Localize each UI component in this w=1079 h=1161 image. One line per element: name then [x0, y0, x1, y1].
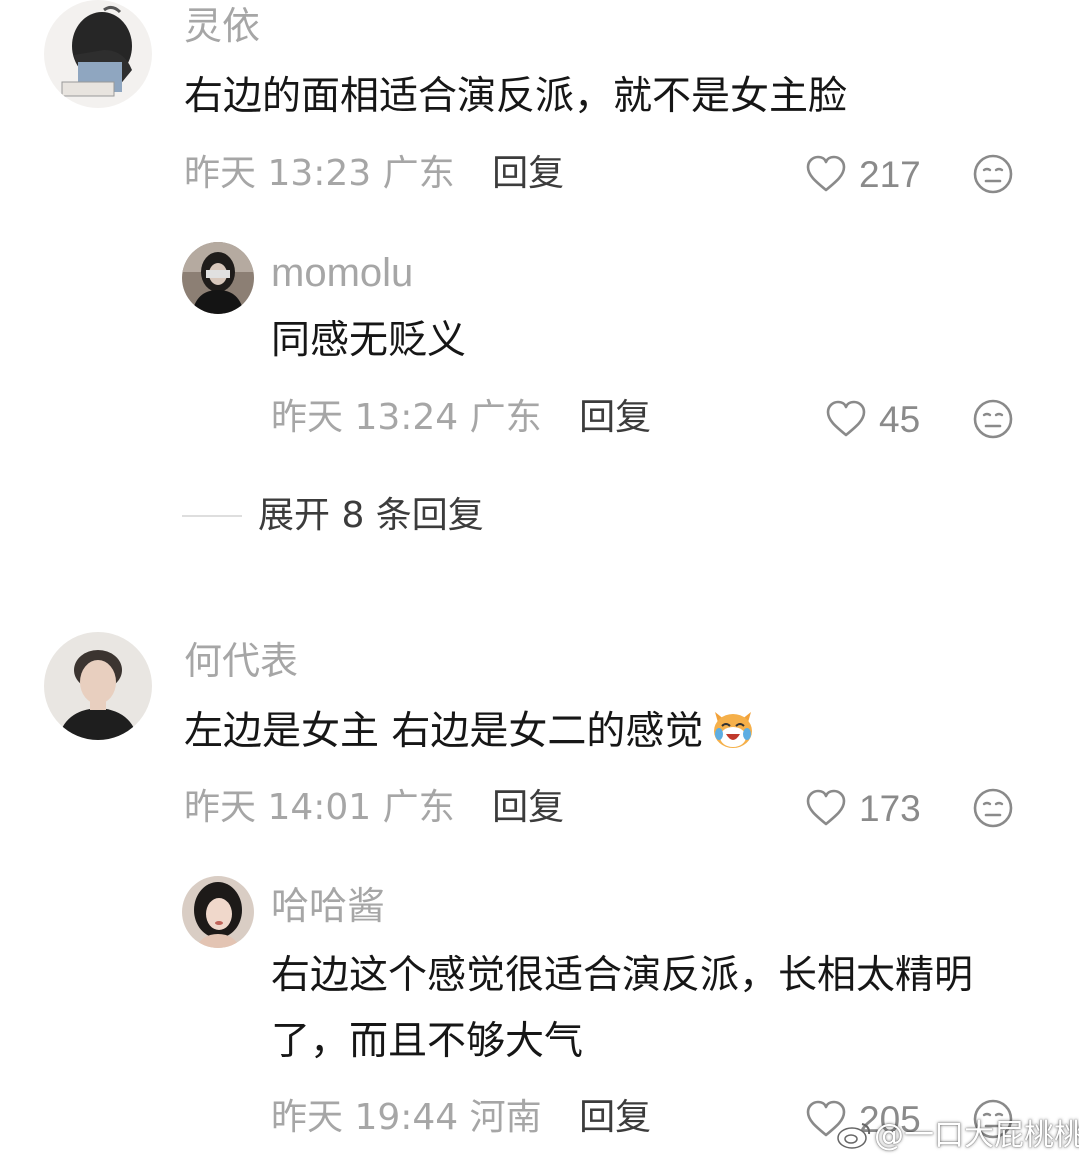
reply-button[interactable]: 回复 [579, 397, 651, 438]
reply-username[interactable]: 哈哈酱 [271, 887, 385, 925]
avatar[interactable] [182, 242, 254, 314]
dislike-button[interactable] [972, 787, 1014, 829]
avatar[interactable] [44, 632, 152, 740]
reply-location: 河南 [469, 1097, 542, 1138]
avatar[interactable] [182, 876, 254, 948]
reply-time: 昨天 13:24 [271, 397, 459, 438]
expand-replies-button[interactable]: 展开 8 条回复 [182, 498, 484, 534]
avatar[interactable] [44, 0, 152, 108]
comment-text: 右边的面相适合演反派，就不是女主脸 [184, 64, 847, 130]
weibo-logo-icon [836, 1120, 872, 1150]
laughing-cat-emoji [714, 712, 753, 748]
like-button[interactable]: 45 [825, 397, 920, 441]
dislike-button[interactable] [972, 153, 1014, 195]
reply-button[interactable]: 回复 [492, 787, 564, 828]
comment-username[interactable]: 何代表 [184, 642, 298, 680]
comment-thread: 灵依 右边的面相适合演反派，就不是女主脸 昨天 13:23 广东 回复 217 [0, 0, 1079, 1161]
reply-text-line: 右边这个感觉很适合演反派，长相太精明 [271, 953, 974, 998]
divider-line [182, 515, 242, 517]
reply-text: 同感无贬义 [271, 308, 466, 374]
like-button[interactable]: 217 [805, 152, 921, 196]
heart-outline-icon [806, 155, 846, 192]
watermark: @一口大屁桃桃 [874, 1118, 1079, 1153]
comment-location: 广东 [382, 787, 455, 828]
like-count: 173 [859, 787, 921, 829]
reply-time: 昨天 19:44 [271, 1097, 459, 1138]
reply-button[interactable]: 回复 [492, 153, 564, 194]
heart-outline-icon [826, 400, 866, 437]
reply-text-line: 了，而且不够大气 [271, 1019, 584, 1064]
meh-face-icon [973, 154, 1013, 194]
meh-face-icon [973, 788, 1013, 828]
reply-meta: 昨天 19:44 河南 回复 [271, 1100, 651, 1136]
comment-time: 昨天 13:23 [184, 153, 372, 194]
comment-text-line: 右边的面相适合演反派，就不是女主脸 [184, 74, 848, 119]
reply-meta: 昨天 13:24 广东 回复 [271, 400, 651, 436]
comment-time: 昨天 14:01 [184, 787, 372, 828]
expand-replies-label: 展开 8 条回复 [258, 495, 484, 536]
meh-face-icon [973, 399, 1013, 439]
comment-text-line: 左边是女主 右边是女二的感觉 [184, 699, 757, 765]
heart-outline-icon [806, 789, 846, 826]
like-count: 217 [859, 153, 921, 195]
comment-text-segment: 左边是女主 右边是女二的感觉 [184, 709, 704, 754]
like-count: 45 [879, 398, 921, 440]
comment-username[interactable]: 灵依 [184, 7, 260, 45]
like-button[interactable]: 173 [805, 786, 921, 830]
reply-username[interactable]: momolu [271, 253, 413, 293]
comment-text: 左边是女主 右边是女二的感觉 [184, 699, 757, 765]
comment-meta: 昨天 14:01 广东 回复 [184, 790, 564, 826]
reply-text: 右边这个感觉很适合演反派，长相太精明 了，而且不够大气 [271, 943, 973, 1075]
reply-text-line: 同感无贬义 [271, 318, 467, 363]
dislike-button[interactable] [972, 398, 1014, 440]
comment-meta: 昨天 13:23 广东 回复 [184, 156, 564, 192]
reply-location: 广东 [469, 397, 542, 438]
comment-location: 广东 [382, 153, 455, 194]
reply-button[interactable]: 回复 [579, 1097, 651, 1138]
